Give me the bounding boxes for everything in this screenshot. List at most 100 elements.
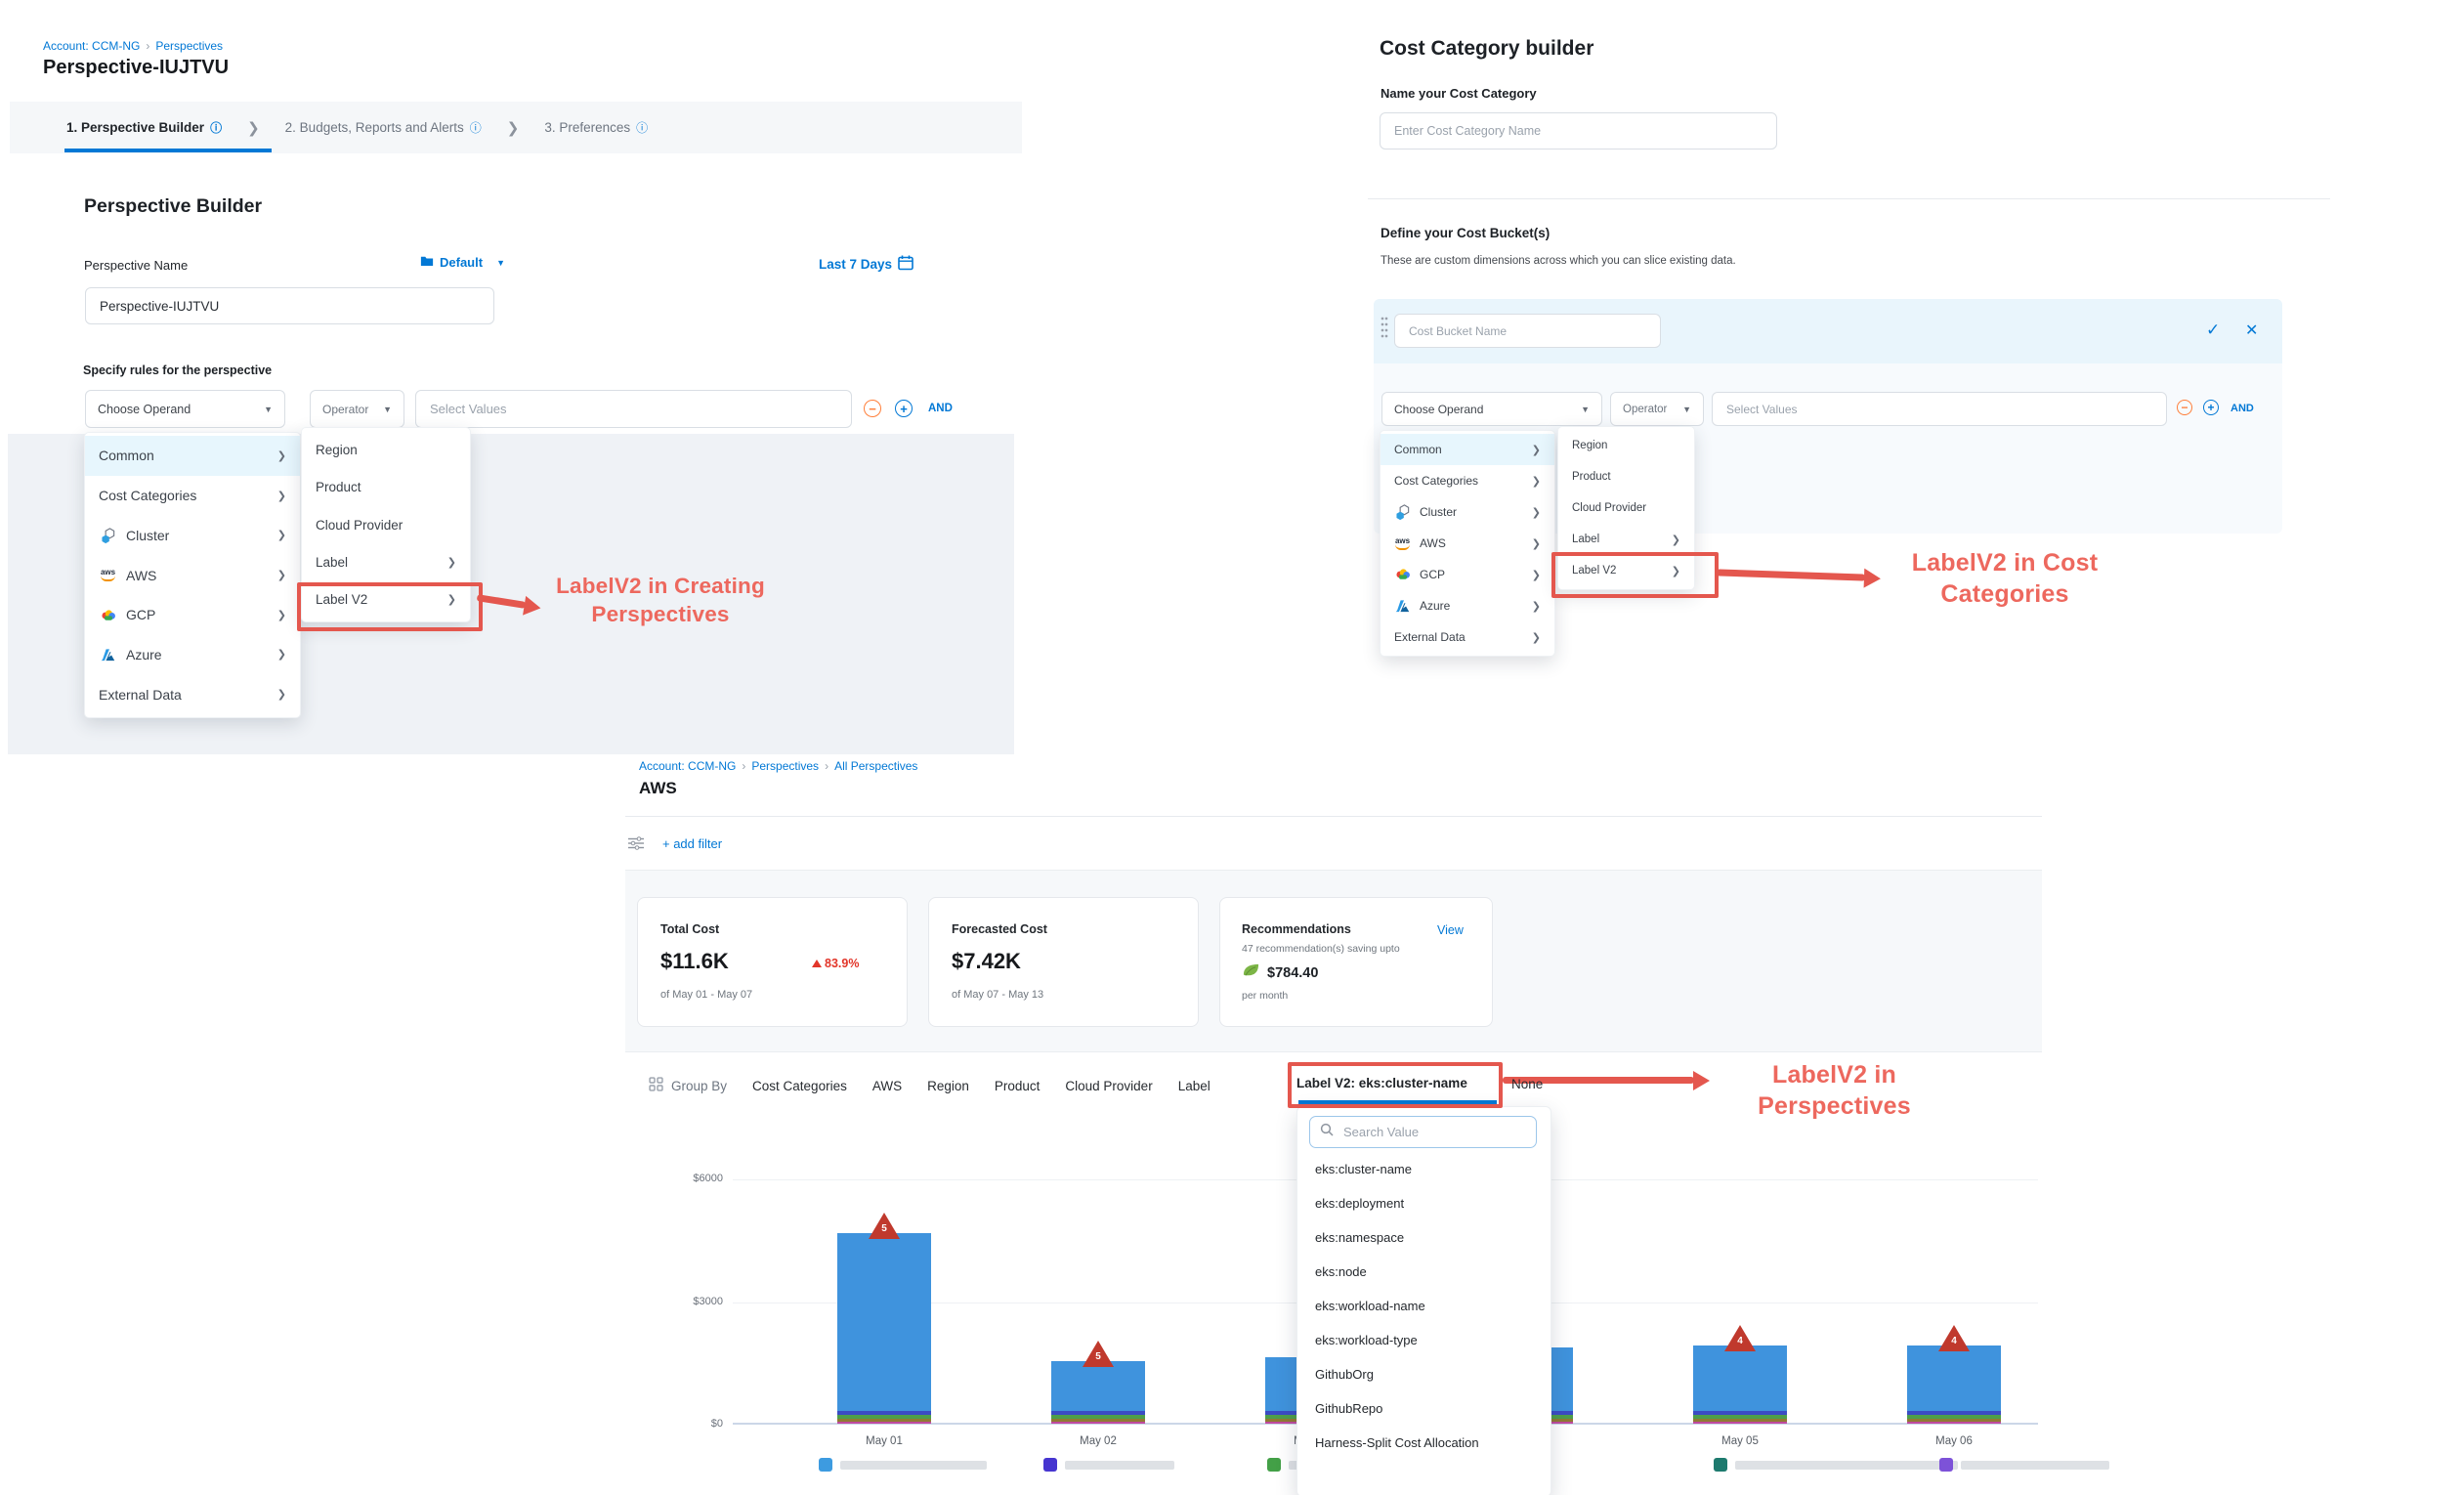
folder-selector[interactable]: Default ▼ — [420, 255, 505, 270]
operand-select[interactable]: Choose Operand ▼ — [85, 390, 285, 428]
menu-item-cloud-provider[interactable]: Cloud Provider❯ — [302, 506, 470, 543]
add-filter-button[interactable]: + add filter — [662, 836, 722, 851]
group-by-item-none[interactable]: None — [1511, 1077, 1543, 1091]
bucket-values-input[interactable] — [1712, 392, 2167, 426]
menu-item-aws[interactable]: awsAWS❯ — [85, 555, 300, 595]
menu-item-region[interactable]: Region❯ — [1558, 430, 1694, 461]
tab-separator-icon: ❯ — [507, 119, 520, 137]
tab-2-budgets-reports-and-alerts[interactable]: 2. Budgets, Reports and Alertsⓘ — [285, 119, 482, 136]
rules-label: Specify rules for the perspective — [83, 363, 272, 377]
operator-select[interactable]: Operator ▼ — [310, 390, 404, 428]
cost-bucket-name-field[interactable] — [1407, 323, 1648, 339]
menu-item-aws[interactable]: awsAWS❯ — [1381, 528, 1554, 559]
screenshot-collage: Account: CCM-NG › Perspectives Perspecti… — [0, 0, 2464, 1495]
breadcrumb-account[interactable]: Account: CCM-NG — [43, 39, 140, 53]
chevron-right-icon: › — [742, 759, 745, 773]
breadcrumb-all-perspectives[interactable]: All Perspectives — [834, 759, 917, 773]
chart-bar-may-05[interactable] — [1693, 1346, 1787, 1424]
anomaly-badge[interactable]: 5 — [869, 1213, 900, 1239]
search-input[interactable] — [1309, 1116, 1537, 1148]
tab-3-preferences[interactable]: 3. Preferencesⓘ — [544, 119, 648, 136]
dropdown-item-githubrepo[interactable]: GithubRepo — [1315, 1401, 1382, 1416]
menu-item-region[interactable]: Region❯ — [302, 431, 470, 468]
legend-swatch[interactable] — [1267, 1458, 1281, 1472]
menu-item-label[interactable]: Label❯ — [302, 543, 470, 580]
bucket-remove-rule-button[interactable]: − — [2177, 400, 2192, 415]
menu-item-gcp[interactable]: GCP❯ — [85, 595, 300, 635]
dropdown-item-eks-workload-type[interactable]: eks:workload-type — [1315, 1333, 1418, 1347]
dropdown-item-eks-namespace[interactable]: eks:namespace — [1315, 1230, 1404, 1245]
breadcrumb-account[interactable]: Account: CCM-NG — [639, 759, 736, 773]
chevron-right-icon: ❯ — [1532, 475, 1541, 488]
dropdown-item-eks-cluster-name[interactable]: eks:cluster-name — [1315, 1162, 1412, 1176]
menu-item-product[interactable]: Product❯ — [302, 468, 470, 505]
dropdown-item-eks-node[interactable]: eks:node — [1315, 1264, 1367, 1279]
bucket-and-label[interactable]: AND — [2230, 403, 2254, 414]
menu-item-cluster[interactable]: Cluster❯ — [85, 515, 300, 555]
legend-swatch[interactable] — [1714, 1458, 1727, 1472]
values-input-field[interactable] — [428, 401, 839, 417]
total-cost-label: Total Cost — [660, 922, 719, 936]
add-rule-button[interactable]: + — [895, 400, 913, 417]
values-input[interactable] — [415, 390, 852, 428]
bucket-values-field[interactable] — [1724, 402, 2154, 417]
menu-item-external-data[interactable]: External Data❯ — [1381, 621, 1554, 653]
bar-segment-main — [837, 1233, 931, 1411]
chart-bar-may-06[interactable] — [1907, 1346, 2001, 1424]
group-by-item-product[interactable]: Product — [995, 1079, 1041, 1093]
anomaly-badge[interactable]: 5 — [1083, 1341, 1114, 1367]
group-by-item-aws[interactable]: AWS — [872, 1079, 902, 1093]
search-input-field[interactable] — [1341, 1124, 1526, 1140]
group-by-item-cloud-provider[interactable]: Cloud Provider — [1065, 1079, 1152, 1093]
dropdown-item-eks-deployment[interactable]: eks:deployment — [1315, 1196, 1404, 1211]
menu-item-product[interactable]: Product❯ — [1558, 461, 1694, 492]
menu-item-gcp[interactable]: GCP❯ — [1381, 559, 1554, 590]
menu-item-azure[interactable]: Azure❯ — [1381, 590, 1554, 621]
anomaly-badge[interactable]: 4 — [1724, 1325, 1756, 1351]
close-x-icon[interactable]: ✕ — [2245, 320, 2258, 340]
menu-item-cost-categories[interactable]: Cost Categories❯ — [1381, 465, 1554, 496]
dropdown-item-harness-split-cost-allocation[interactable]: Harness-Split Cost Allocation — [1315, 1435, 1479, 1450]
bucket-operand-select[interactable]: Choose Operand ▼ — [1381, 392, 1602, 426]
menu-item-azure[interactable]: Azure❯ — [85, 635, 300, 675]
drag-handle-icon[interactable] — [1381, 316, 1388, 339]
chart-bar-may-02[interactable] — [1051, 1361, 1145, 1424]
group-by-item-region[interactable]: Region — [927, 1079, 969, 1093]
legend-swatch[interactable] — [819, 1458, 832, 1472]
menu-item-common[interactable]: Common❯ — [1381, 434, 1554, 465]
dropdown-item-githuborg[interactable]: GithubOrg — [1315, 1367, 1374, 1382]
date-range-picker[interactable]: Last 7 Days — [819, 255, 913, 274]
remove-rule-button[interactable]: − — [864, 400, 881, 417]
confirm-check-icon[interactable]: ✓ — [2206, 320, 2220, 340]
legend-swatch[interactable] — [1043, 1458, 1057, 1472]
cost-category-name-field[interactable] — [1392, 123, 1764, 139]
group-by-active-item[interactable]: Label V2: eks:cluster-name — [1296, 1076, 1467, 1090]
group-by-item-label[interactable]: Label — [1178, 1079, 1211, 1093]
group-by-item-cost-categories[interactable]: Cost Categories — [752, 1079, 847, 1093]
dropdown-item-eks-workload-name[interactable]: eks:workload-name — [1315, 1299, 1425, 1313]
breadcrumb-perspectives[interactable]: Perspectives — [155, 39, 223, 53]
and-operator-label[interactable]: AND — [928, 403, 953, 414]
breadcrumb-perspectives[interactable]: Perspectives — [751, 759, 819, 773]
filter-icon[interactable] — [628, 836, 644, 855]
menu-item-cost-categories[interactable]: Cost Categories❯ — [85, 476, 300, 516]
menu-item-external-data[interactable]: External Data❯ — [85, 674, 300, 714]
bucket-operator-select[interactable]: Operator ▼ — [1610, 392, 1704, 426]
perspective-name-value[interactable] — [98, 298, 482, 315]
bucket-add-rule-button[interactable]: + — [2203, 400, 2219, 415]
menu-item-label: External Data — [1394, 630, 1532, 644]
cost-bucket-name-input[interactable] — [1394, 314, 1661, 348]
menu-item-common[interactable]: Common❯ — [85, 436, 300, 476]
anomaly-badge[interactable]: 4 — [1938, 1325, 1970, 1351]
tab-1-perspective-builder[interactable]: 1. Perspective Builderⓘ — [66, 119, 222, 136]
y-axis-tick-6000: $6000 — [672, 1173, 723, 1184]
perspective-name-input[interactable] — [85, 287, 494, 324]
chevron-right-icon: ❯ — [277, 529, 286, 541]
legend-swatch[interactable] — [1939, 1458, 1953, 1472]
menu-item-label[interactable]: Label❯ — [1558, 524, 1694, 555]
chart-bar-may-01[interactable] — [837, 1233, 931, 1424]
menu-item-cluster[interactable]: Cluster❯ — [1381, 496, 1554, 528]
cost-category-name-input[interactable] — [1380, 112, 1777, 150]
menu-item-cloud-provider[interactable]: Cloud Provider❯ — [1558, 492, 1694, 524]
view-link[interactable]: View — [1437, 923, 1464, 937]
